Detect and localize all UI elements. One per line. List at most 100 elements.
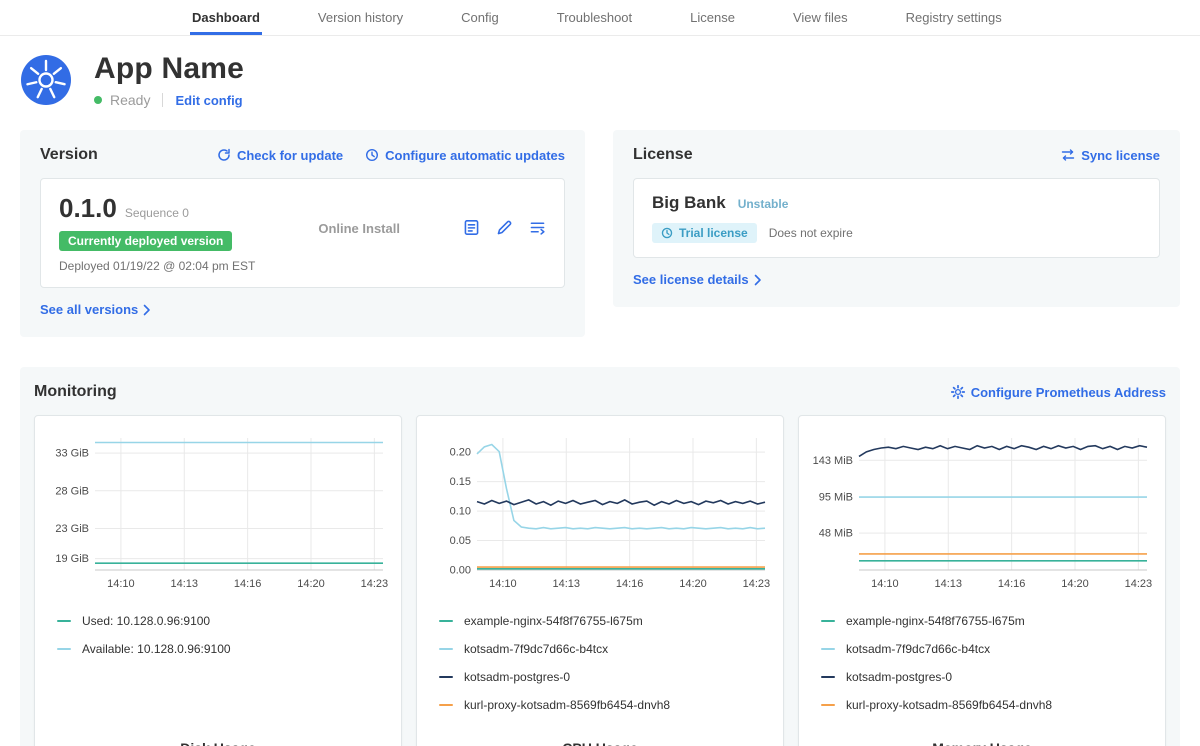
- svg-text:14:16: 14:16: [616, 578, 644, 590]
- chart-legend: Used: 10.128.0.96:9100 Available: 10.128.…: [57, 614, 391, 670]
- edit-config-icon[interactable]: [496, 219, 513, 236]
- license-expiration: Does not expire: [769, 226, 853, 240]
- svg-text:19 GiB: 19 GiB: [55, 553, 89, 565]
- configure-automatic-updates-link[interactable]: Configure automatic updates: [365, 148, 565, 163]
- license-channel: Unstable: [738, 197, 789, 211]
- app-header: App Name Ready Edit config: [0, 36, 1200, 122]
- memory-usage-chart: 143 MiB 95 MiB 48 MiB 14:10 14:13 14:16 14:20 1…: [809, 428, 1155, 598]
- legend-label: Used: 10.128.0.96:9100: [82, 614, 210, 628]
- legend-item: Available: 10.128.0.96:9100: [57, 642, 391, 656]
- svg-text:14:16: 14:16: [998, 578, 1026, 590]
- tab-license[interactable]: License: [688, 1, 737, 35]
- chevron-right-icon: [754, 274, 762, 286]
- version-card: Version Check for update Configure autom…: [20, 130, 585, 337]
- deployed-badge: Currently deployed version: [59, 231, 232, 251]
- svg-text:0.20: 0.20: [450, 447, 471, 459]
- see-all-versions-label: See all versions: [40, 302, 138, 317]
- svg-text:0.10: 0.10: [450, 506, 471, 518]
- legend-label: example-nginx-54f8f76755-l675m: [464, 614, 643, 628]
- svg-text:48 MiB: 48 MiB: [819, 528, 853, 540]
- preflight-checks-icon[interactable]: [463, 219, 480, 236]
- svg-text:14:16: 14:16: [234, 578, 262, 590]
- svg-text:95 MiB: 95 MiB: [819, 492, 853, 504]
- check-for-update-label: Check for update: [237, 148, 343, 163]
- legend-label: kurl-proxy-kotsadm-8569fb6454-dnvh8: [846, 698, 1052, 712]
- app-status: Ready: [110, 92, 150, 108]
- svg-text:33 GiB: 33 GiB: [55, 448, 89, 460]
- svg-text:143 MiB: 143 MiB: [813, 455, 853, 467]
- svg-text:14:20: 14:20: [1061, 578, 1089, 590]
- edit-config-link[interactable]: Edit config: [175, 93, 242, 108]
- legend-label: example-nginx-54f8f76755-l675m: [846, 614, 1025, 628]
- legend-item: kotsadm-postgres-0: [439, 670, 773, 684]
- see-license-details-link[interactable]: See license details: [633, 272, 762, 287]
- legend-item: example-nginx-54f8f76755-l675m: [821, 614, 1155, 628]
- svg-text:14:13: 14:13: [171, 578, 199, 590]
- legend-label: kurl-proxy-kotsadm-8569fb6454-dnvh8: [464, 698, 670, 712]
- sync-license-label: Sync license: [1081, 148, 1160, 163]
- configure-prometheus-link[interactable]: Configure Prometheus Address: [951, 385, 1166, 400]
- legend-item: kurl-proxy-kotsadm-8569fb6454-dnvh8: [439, 698, 773, 712]
- trial-license-badge: Trial license: [652, 223, 757, 243]
- customer-name: Big Bank: [652, 193, 726, 213]
- legend-swatch: [821, 676, 835, 679]
- svg-text:14:10: 14:10: [871, 578, 899, 590]
- legend-item: kurl-proxy-kotsadm-8569fb6454-dnvh8: [821, 698, 1155, 712]
- legend-swatch: [57, 648, 71, 651]
- chevron-right-icon: [143, 304, 151, 316]
- legend-item: kotsadm-7f9dc7d66c-b4tcx: [439, 642, 773, 656]
- tab-config[interactable]: Config: [459, 1, 501, 35]
- install-type: Online Install: [318, 221, 400, 236]
- chart-legend: example-nginx-54f8f76755-l675m kotsadm-7f…: [439, 614, 773, 726]
- refresh-icon: [217, 148, 231, 162]
- legend-swatch: [821, 704, 835, 707]
- svg-text:14:23: 14:23: [361, 578, 389, 590]
- trial-license-label: Trial license: [679, 226, 748, 240]
- svg-text:14:20: 14:20: [297, 578, 325, 590]
- configure-automatic-updates-label: Configure automatic updates: [385, 148, 565, 163]
- legend-swatch: [439, 648, 453, 651]
- legend-label: kotsadm-7f9dc7d66c-b4tcx: [846, 642, 990, 656]
- legend-swatch: [439, 676, 453, 679]
- current-version-box: 0.1.0 Sequence 0 Currently deployed vers…: [40, 178, 565, 288]
- tab-view-files[interactable]: View files: [791, 1, 850, 35]
- see-all-versions-link[interactable]: See all versions: [40, 302, 151, 317]
- top-navigation: Dashboard Version history Config Trouble…: [0, 0, 1200, 36]
- legend-label: kotsadm-7f9dc7d66c-b4tcx: [464, 642, 608, 656]
- version-sequence: Sequence 0: [125, 206, 189, 220]
- legend-swatch: [821, 648, 835, 651]
- svg-text:28 GiB: 28 GiB: [55, 485, 89, 497]
- legend-item: Used: 10.128.0.96:9100: [57, 614, 391, 628]
- legend-swatch: [57, 620, 71, 623]
- legend-item: kotsadm-7f9dc7d66c-b4tcx: [821, 642, 1155, 656]
- clock-icon: [661, 227, 673, 239]
- svg-text:14:10: 14:10: [489, 578, 517, 590]
- sync-license-link[interactable]: Sync license: [1061, 148, 1160, 163]
- legend-item: example-nginx-54f8f76755-l675m: [439, 614, 773, 628]
- tab-registry-settings[interactable]: Registry settings: [904, 1, 1004, 35]
- memory-usage-chart-card: 143 MiB 95 MiB 48 MiB 14:10 14:13 14:16 14:20 1…: [798, 415, 1166, 746]
- svg-text:14:13: 14:13: [935, 578, 963, 590]
- legend-swatch: [439, 620, 453, 623]
- legend-swatch: [439, 704, 453, 707]
- chart-title: Disk Usage: [45, 726, 391, 746]
- status-dot: [94, 96, 102, 104]
- kubernetes-logo-icon: [20, 54, 72, 106]
- see-license-details-label: See license details: [633, 272, 749, 287]
- version-number: 0.1.0: [59, 193, 117, 224]
- page-title: App Name: [94, 52, 244, 86]
- svg-text:14:23: 14:23: [743, 578, 771, 590]
- license-card-title: License: [633, 146, 693, 164]
- legend-item: kotsadm-postgres-0: [821, 670, 1155, 684]
- check-for-update-link[interactable]: Check for update: [217, 148, 343, 163]
- svg-text:14:23: 14:23: [1125, 578, 1153, 590]
- release-notes-icon[interactable]: [529, 219, 546, 236]
- tab-troubleshoot[interactable]: Troubleshoot: [555, 1, 634, 35]
- svg-text:0.15: 0.15: [450, 476, 471, 488]
- legend-label: kotsadm-postgres-0: [846, 670, 952, 684]
- license-card: License Sync license Big Bank Unstable: [613, 130, 1180, 307]
- clock-arrow-icon: [365, 148, 379, 162]
- tab-dashboard[interactable]: Dashboard: [190, 1, 262, 35]
- configure-prometheus-label: Configure Prometheus Address: [971, 385, 1166, 400]
- tab-version-history[interactable]: Version history: [316, 1, 405, 35]
